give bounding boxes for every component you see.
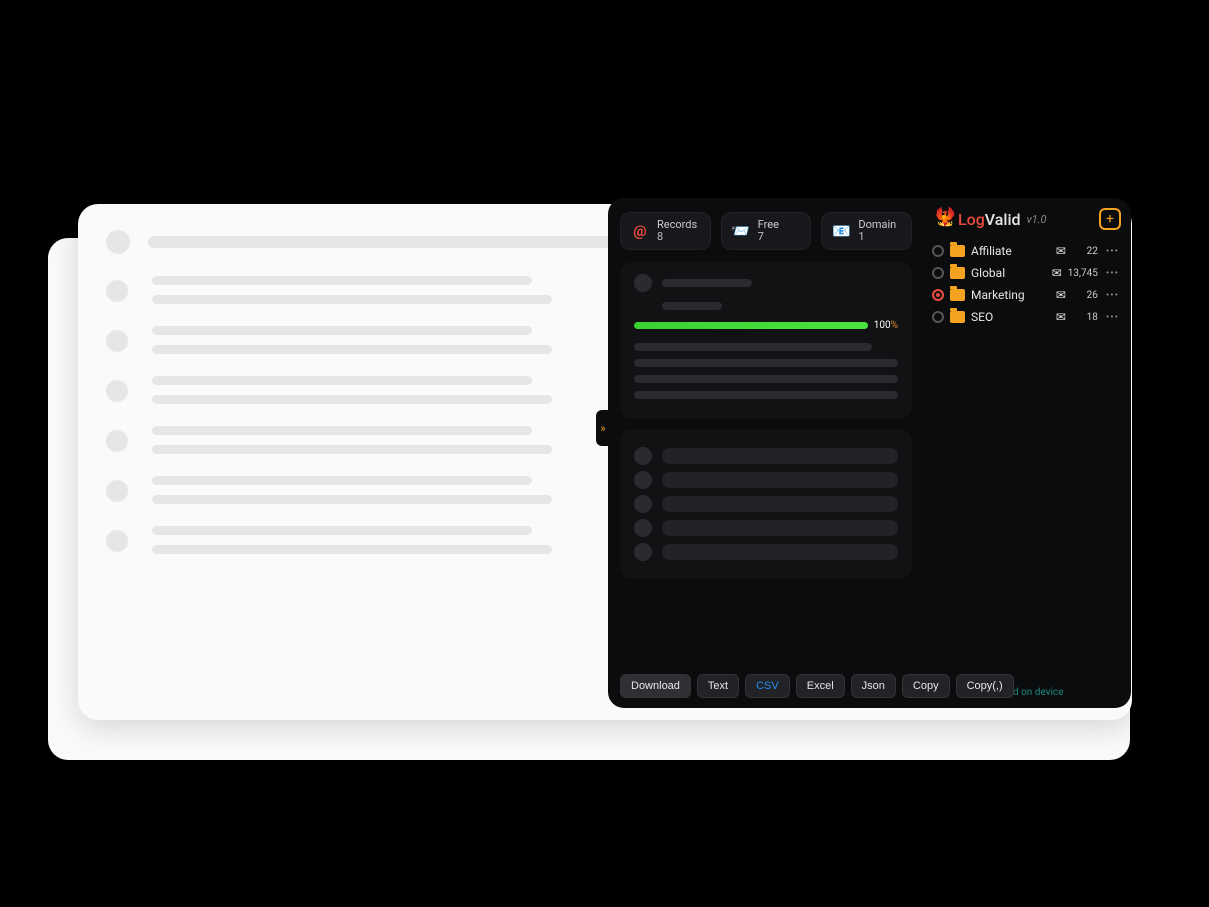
skeleton-line — [152, 276, 532, 285]
skeleton-line — [152, 395, 552, 404]
stats-row: @ Records 8 📨 Free 7 📧 Domain 1 — [620, 212, 912, 250]
progress-suffix: % — [891, 320, 898, 331]
stat-domain-value: 1 — [858, 231, 896, 243]
progress-block: 100% — [620, 262, 912, 419]
results-block — [620, 429, 912, 579]
envelope-icon: ✉ — [1056, 244, 1066, 258]
skeleton-avatar — [106, 330, 128, 352]
stat-records: @ Records 8 — [620, 212, 711, 250]
skeleton-bar — [634, 343, 872, 351]
radio-icon[interactable] — [932, 311, 944, 323]
skeleton-dot — [634, 274, 652, 292]
skeleton-avatar — [106, 430, 128, 452]
folder-icon — [950, 311, 965, 323]
export-bar: Download Text CSV Excel Json Copy Copy(,… — [620, 674, 912, 698]
skeleton-avatar — [106, 380, 128, 402]
skeleton-bar — [662, 496, 898, 512]
folders-list: Affiliate✉22•••Global✉13,745•••Marketing… — [930, 240, 1123, 328]
skeleton-bar — [662, 448, 898, 464]
envelope-icon: ✉ — [1056, 310, 1066, 324]
app-panel: » @ Records 8 📨 Free 7 📧 Domain — [608, 198, 1131, 708]
skeleton-bar — [634, 391, 898, 399]
folder-label: Global — [971, 266, 1046, 280]
skeleton-bar — [662, 302, 722, 310]
folder-label: Marketing — [971, 288, 1050, 302]
brand-icon: 🐦‍🔥 — [934, 209, 954, 229]
skeleton-avatar — [106, 280, 128, 302]
folder-icon — [950, 289, 965, 301]
folder-label: Affiliate — [971, 244, 1050, 258]
skeleton-avatar — [106, 480, 128, 502]
envelope-icon: ✉ — [1056, 288, 1066, 302]
radio-icon[interactable] — [932, 289, 944, 301]
brand-version: v1.0 — [1027, 213, 1047, 226]
skeleton-dot — [634, 543, 652, 561]
skeleton-line — [152, 295, 552, 304]
folder-icon — [950, 245, 965, 257]
skeleton-line — [152, 376, 532, 385]
at-icon: @ — [629, 220, 651, 242]
folder-icon — [950, 267, 965, 279]
skeleton-line — [152, 476, 532, 485]
stat-domain: 📧 Domain 1 — [821, 212, 912, 250]
skeleton-line — [152, 545, 552, 554]
skeleton-line — [152, 345, 552, 354]
more-icon[interactable]: ••• — [1104, 290, 1121, 301]
radio-icon[interactable] — [932, 245, 944, 257]
progress-bar: 100% — [634, 320, 898, 331]
copy-button[interactable]: Copy — [902, 674, 950, 698]
skeleton-avatar — [106, 230, 130, 254]
export-json-button[interactable]: Json — [851, 674, 896, 698]
folder-count: 26 — [1072, 290, 1098, 301]
skeleton-dot — [634, 495, 652, 513]
skeleton-line — [152, 326, 532, 335]
panel-left: @ Records 8 📨 Free 7 📧 Domain 1 — [608, 198, 924, 708]
folder-label: SEO — [971, 310, 1050, 324]
progress-value: 100 — [874, 320, 891, 331]
more-icon[interactable]: ••• — [1104, 312, 1121, 323]
folder-row[interactable]: SEO ✉ 18 ••• — [930, 306, 1123, 328]
folder-count: 22 — [1072, 246, 1098, 257]
export-text-button[interactable]: Text — [697, 674, 739, 698]
skeleton-avatar — [106, 530, 128, 552]
folder-row[interactable]: Affiliate ✉ 22 ••• — [930, 240, 1123, 262]
stat-free: 📨 Free 7 — [721, 212, 812, 250]
stat-records-label: Records — [657, 219, 697, 231]
skeleton-bar — [662, 520, 898, 536]
skeleton-line — [152, 495, 552, 504]
skeleton-dot — [634, 471, 652, 489]
folder-count: 13,745 — [1068, 268, 1098, 279]
more-icon[interactable]: ••• — [1104, 268, 1121, 279]
brand-row: 🐦‍🔥 LogValid v1.0 + — [930, 204, 1123, 240]
add-folder-button[interactable]: + — [1099, 208, 1121, 230]
skeleton-dot — [634, 519, 652, 537]
skeleton-dot — [634, 447, 652, 465]
skeleton-line — [152, 426, 532, 435]
export-csv-button[interactable]: CSV — [745, 674, 790, 698]
copy-comma-button[interactable]: Copy(,) — [956, 674, 1014, 698]
skeleton-bar — [662, 279, 752, 287]
radio-icon[interactable] — [932, 267, 944, 279]
skeleton-line — [152, 526, 532, 535]
envelope-icon: ✉ — [1052, 266, 1062, 280]
skeleton-bar — [634, 375, 898, 383]
domain-icon: 📧 — [830, 220, 852, 242]
more-icon[interactable]: ••• — [1104, 246, 1121, 257]
skeleton-bar — [662, 472, 898, 488]
progress-fill — [634, 322, 868, 329]
panel-right: 🐦‍🔥 LogValid v1.0 + Affiliate✉22•••Globa… — [924, 198, 1131, 708]
skeleton-bar — [662, 544, 898, 560]
stat-free-value: 7 — [758, 231, 779, 243]
brand-name: LogValid — [958, 210, 1021, 229]
folder-row[interactable]: Marketing ✉ 26 ••• — [930, 284, 1123, 306]
export-excel-button[interactable]: Excel — [796, 674, 845, 698]
download-button[interactable]: Download — [620, 674, 691, 698]
envelope-open-icon: 📨 — [730, 220, 752, 242]
folder-count: 18 — [1072, 312, 1098, 323]
skeleton-bar — [634, 359, 898, 367]
stat-records-value: 8 — [657, 231, 697, 243]
skeleton-line — [152, 445, 552, 454]
folder-row[interactable]: Global ✉ 13,745 ••• — [930, 262, 1123, 284]
